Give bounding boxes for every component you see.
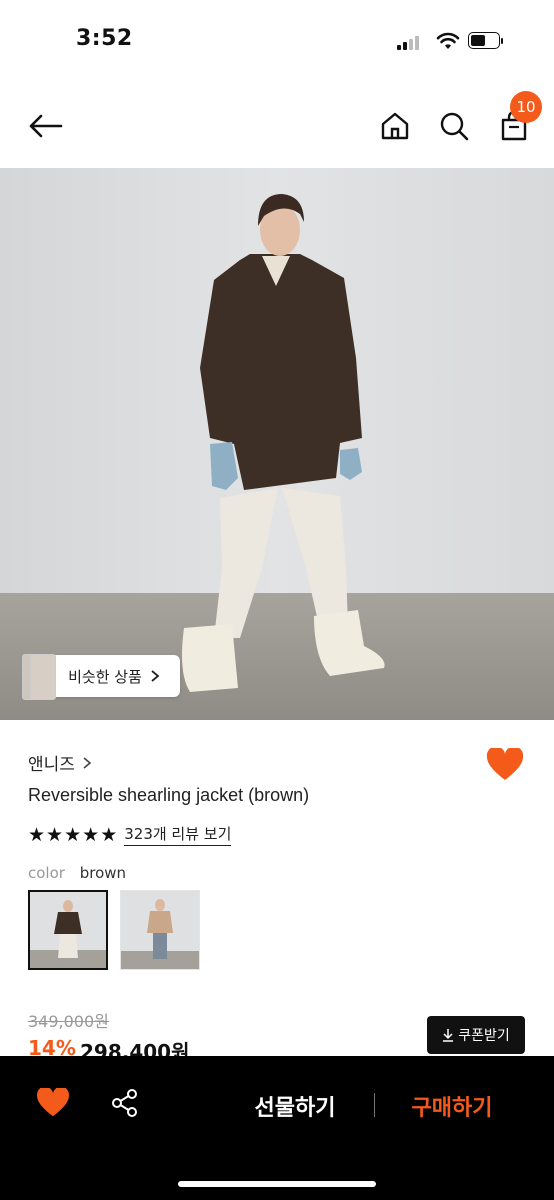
back-arrow-icon	[29, 114, 63, 138]
coupon-button[interactable]: 쿠폰받기	[427, 1016, 525, 1054]
cart-count-badge: 10	[510, 91, 542, 123]
gift-button[interactable]: 선물하기	[210, 1090, 380, 1122]
home-icon	[381, 112, 409, 140]
color-label: color	[28, 864, 65, 882]
chevron-right-icon	[151, 670, 160, 682]
similar-products-button[interactable]: 비슷한 상품	[50, 655, 180, 697]
brand-name: 앤니즈	[28, 755, 75, 775]
product-photo	[0, 168, 554, 720]
star-icon: ★	[28, 823, 46, 846]
brand-link[interactable]: 앤니즈	[28, 750, 93, 775]
share-icon	[112, 1089, 137, 1117]
similar-products-label: 비슷한 상품	[68, 667, 142, 686]
status-time: 3:52	[76, 26, 133, 51]
wifi-icon	[436, 32, 460, 49]
coupon-label: 쿠폰받기	[458, 1028, 510, 1044]
bottom-wishlist-button[interactable]	[36, 1086, 72, 1120]
color-value: brown	[79, 864, 127, 882]
download-icon	[443, 1029, 454, 1042]
review-link[interactable]: 323개 리뷰 보기	[124, 823, 232, 846]
similar-products-chip[interactable]: 비슷한 상품	[22, 654, 180, 700]
home-indicator	[178, 1181, 376, 1187]
cellular-signal-icon	[397, 36, 425, 50]
home-button[interactable]	[374, 106, 416, 146]
search-icon	[440, 112, 469, 141]
bottom-action-bar	[0, 1056, 554, 1200]
color-swatch-beige[interactable]	[120, 890, 200, 970]
product-title: Reversible shearling jacket (brown)	[28, 785, 310, 805]
wishlist-button[interactable]	[486, 746, 526, 784]
back-button[interactable]	[22, 106, 68, 146]
share-button[interactable]	[110, 1088, 142, 1120]
color-swatch-brown[interactable]	[28, 890, 108, 970]
star-icon: ★	[46, 823, 64, 846]
rating-row: ★ ★ ★ ★ ★ 323개 리뷰 보기	[28, 823, 232, 846]
battery-icon	[468, 32, 504, 50]
chevron-right-icon	[83, 756, 92, 769]
star-icon: ★	[82, 823, 100, 846]
similar-thumbnail-stack	[22, 654, 56, 700]
bottom-divider	[374, 1093, 375, 1117]
search-button[interactable]	[433, 106, 475, 146]
star-icon: ★	[64, 823, 82, 846]
original-price: 349,000원	[28, 1012, 109, 1031]
star-icon: ★	[100, 823, 118, 846]
color-row: color brown	[28, 864, 126, 882]
heart-icon	[486, 746, 524, 780]
heart-icon	[37, 1086, 69, 1117]
product-hero-image[interactable]	[0, 168, 554, 720]
buy-button[interactable]: 구매하기	[390, 1090, 514, 1122]
